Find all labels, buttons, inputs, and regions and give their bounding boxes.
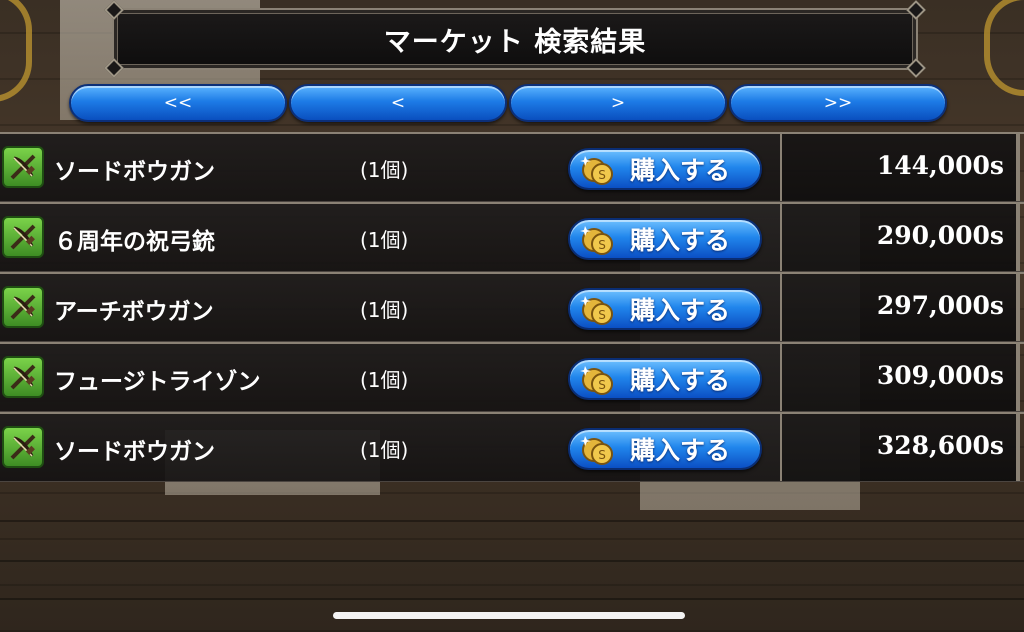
crossbow-icon (2, 426, 44, 468)
item-panel: ６周年の祝弓銃 (1個) S 購入する (0, 204, 780, 271)
buy-button[interactable]: S 購入する (568, 148, 762, 190)
coin-icon: S (580, 432, 616, 466)
last-page-button[interactable]: >> (729, 84, 947, 122)
item-panel: フュージトライゾン (1個) S 購入する (0, 344, 780, 411)
buy-button[interactable]: S 購入する (568, 358, 762, 400)
item-price: 290,000s (876, 221, 1004, 250)
crossbow-icon (2, 216, 44, 258)
buy-button[interactable]: S 購入する (568, 218, 762, 260)
price-panel: 328,600s (780, 414, 1020, 481)
item-quantity: (1個) (360, 368, 409, 392)
item-name: アーチボウガン (54, 299, 214, 325)
item-price: 328,600s (876, 431, 1004, 460)
item-name: ６周年の祝弓銃 (54, 229, 215, 255)
svg-text:S: S (598, 308, 606, 322)
svg-text:S: S (598, 238, 606, 252)
item-price: 297,000s (876, 291, 1004, 320)
buy-button-label: 購入する (630, 436, 731, 465)
pagination-nav: << < > >> (69, 84, 947, 122)
crossbow-icon (2, 286, 44, 328)
gold-ornament (0, 0, 32, 102)
price-panel: 297,000s (780, 274, 1020, 341)
crossbow-icon (2, 356, 44, 398)
item-panel: ソードボウガン (1個) S 購入する (0, 134, 780, 201)
buy-button-label: 購入する (630, 366, 731, 395)
buy-button-label: 購入する (630, 226, 731, 255)
buy-button[interactable]: S 購入する (568, 288, 762, 330)
page-title: マーケット 検索結果 (383, 26, 647, 58)
buy-button-label: 購入する (630, 296, 731, 325)
svg-text:S: S (598, 448, 606, 462)
crossbow-icon (2, 146, 44, 188)
list-item: ソードボウガン (1個) S 購入する 328,600s (0, 412, 1024, 482)
coin-icon: S (580, 362, 616, 396)
svg-text:S: S (598, 378, 606, 392)
price-panel: 290,000s (780, 204, 1020, 271)
item-price: 144,000s (876, 151, 1004, 180)
wall-plank (0, 560, 1024, 562)
item-price: 309,000s (876, 361, 1004, 390)
next-page-button[interactable]: > (509, 84, 727, 122)
item-quantity: (1個) (360, 228, 409, 252)
list-item: フュージトライゾン (1個) S 購入する 309,000s (0, 342, 1024, 412)
price-panel: 309,000s (780, 344, 1020, 411)
item-panel: アーチボウガン (1個) S 購入する (0, 274, 780, 341)
item-panel: ソードボウガン (1個) S 購入する (0, 414, 780, 481)
item-name: ソードボウガン (54, 439, 215, 465)
home-indicator[interactable] (333, 612, 685, 619)
title-bar: マーケット 検索結果 (104, 0, 926, 78)
first-page-button[interactable]: << (69, 84, 287, 122)
wall-plank (0, 520, 1024, 522)
coin-icon: S (580, 222, 616, 256)
list-item: ソードボウガン (1個) S 購入する 144,000s (0, 132, 1024, 202)
item-name: フュージトライゾン (54, 369, 261, 395)
gold-ornament (984, 0, 1024, 96)
wall-plank (0, 598, 1024, 600)
item-name: ソードボウガン (54, 159, 215, 185)
buy-button-label: 購入する (630, 156, 731, 185)
item-quantity: (1個) (360, 438, 409, 462)
buy-button[interactable]: S 購入する (568, 428, 762, 470)
price-panel: 144,000s (780, 134, 1020, 201)
coin-icon: S (580, 152, 616, 186)
list-item: アーチボウガン (1個) S 購入する 297,000s (0, 272, 1024, 342)
result-list: ソードボウガン (1個) S 購入する 144,000s ６周年の祝弓銃 (1個) S 購入する… (0, 132, 1024, 482)
prev-page-button[interactable]: < (289, 84, 507, 122)
corner-ornament (906, 58, 926, 78)
corner-ornament (906, 0, 926, 20)
item-quantity: (1個) (360, 158, 409, 182)
list-item: ６周年の祝弓銃 (1個) S 購入する 290,000s (0, 202, 1024, 272)
item-quantity: (1個) (360, 298, 409, 322)
coin-icon: S (580, 292, 616, 326)
svg-text:S: S (598, 168, 606, 182)
